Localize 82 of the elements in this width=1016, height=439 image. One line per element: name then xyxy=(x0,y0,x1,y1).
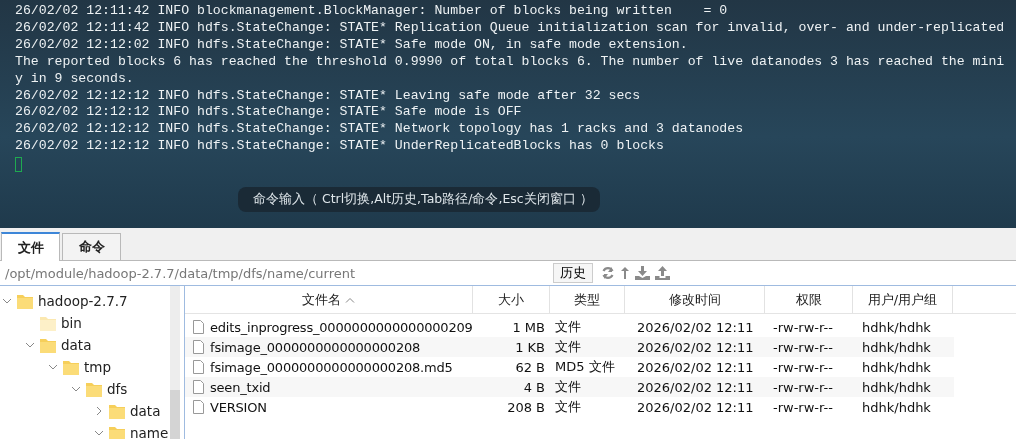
file-icon xyxy=(193,360,204,374)
sort-ascending-icon xyxy=(345,296,355,303)
folder-label[interactable]: name xyxy=(130,425,169,439)
folder-icon xyxy=(39,314,57,332)
path-field[interactable]: /opt/module/hadoop-2.7.7/data/tmp/dfs/name/current xyxy=(5,265,553,281)
folder-label[interactable]: dfs xyxy=(107,381,128,397)
up-arrow-icon[interactable] xyxy=(620,266,630,280)
file-size: 1 KB xyxy=(514,339,546,355)
chevron-down-icon[interactable] xyxy=(25,340,35,350)
file-icon xyxy=(193,380,204,394)
terminal-line: The reported blocks 6 has reached the threshold 0.9990 of total blocks 6. The number of live datanodes 3 has reached the mini xyxy=(15,53,1005,71)
file-type: 文件 xyxy=(554,398,582,416)
terminal-line: 26/02/02 12:12:12 INFO hdfs.StateChange: STATE* UnderReplicatedBlocks has 0 blocks xyxy=(15,138,664,156)
folder-icon xyxy=(108,424,126,439)
file-type: MD5 文件 xyxy=(554,358,616,376)
modified-time: 2026/02/02 12:11 xyxy=(636,379,755,395)
file-name[interactable]: edits_inprogress_0000000000000000209 xyxy=(210,319,473,335)
file-name[interactable]: VERSION xyxy=(210,399,267,415)
modified-time: 2026/02/02 12:11 xyxy=(636,339,755,355)
folder-icon xyxy=(62,358,80,376)
terminal-line: 26/02/02 12:11:42 INFO blockmanagement.BlockManager: Number of blocks being written = 0 xyxy=(15,3,728,20)
download-icon[interactable] xyxy=(635,266,650,280)
file-size: 1 MB xyxy=(511,319,546,335)
history-button[interactable]: 历史 xyxy=(553,263,593,283)
terminal-line: 26/02/02 12:12:02 INFO hdfs.StateChange: STATE* Safe mode ON, in safe mode extension. xyxy=(15,36,688,54)
file-icon xyxy=(193,320,204,334)
file-size: 208 B xyxy=(506,399,546,415)
owner-group: hdhk/hdhk xyxy=(853,319,953,335)
folder-label[interactable]: hadoop-2.7.7 xyxy=(38,293,128,309)
terminal-line: 26/02/02 12:12:12 INFO hdfs.StateChange: STATE* Safe mode is OFF xyxy=(15,104,522,122)
chevron-down-icon[interactable] xyxy=(2,296,12,306)
modified-time: 2026/02/02 12:11 xyxy=(636,399,755,415)
permissions: -rw-rw-r-- xyxy=(772,379,834,395)
owner-group: hdhk/hdhk xyxy=(853,339,953,355)
tab[interactable]: 文件 xyxy=(1,232,60,261)
chevron-right-icon[interactable] xyxy=(94,406,104,416)
folder-label[interactable]: data xyxy=(130,403,161,419)
terminal-line: y in 9 seconds. xyxy=(15,70,134,88)
tab[interactable]: 命令 xyxy=(62,233,121,260)
file-name[interactable]: seen_txid xyxy=(210,379,271,395)
column-header[interactable]: 大小 xyxy=(498,290,524,309)
permissions: -rw-rw-r-- xyxy=(772,339,834,355)
file-size: 4 B xyxy=(522,379,546,395)
folder-label[interactable]: bin xyxy=(61,315,82,331)
terminal-line: 26/02/02 12:12:12 INFO hdfs.StateChange: STATE* Network topology has 1 racks and 3 datanodes xyxy=(15,121,744,139)
terminal-line: 26/02/02 12:12:12 INFO hdfs.StateChange: STATE* Leaving safe mode after 32 secs xyxy=(15,87,641,105)
file-type: 文件 xyxy=(554,318,582,336)
scrollbar[interactable] xyxy=(170,286,180,439)
folder-label[interactable]: data xyxy=(61,337,92,353)
column-header[interactable]: 用户/用户组 xyxy=(867,290,938,309)
owner-group: hdhk/hdhk xyxy=(853,359,953,375)
permissions: -rw-rw-r-- xyxy=(772,399,834,415)
upload-icon[interactable] xyxy=(655,266,670,280)
file-size: 62 B xyxy=(514,359,546,375)
owner-group: hdhk/hdhk xyxy=(853,399,953,415)
folder-icon xyxy=(85,380,103,398)
modified-time: 2026/02/02 12:11 xyxy=(636,319,755,335)
column-header[interactable]: 修改时间 xyxy=(668,290,721,309)
folder-icon xyxy=(39,336,57,354)
chevron-down-icon[interactable] xyxy=(71,384,81,394)
refresh-icon[interactable] xyxy=(601,266,615,280)
folder-label[interactable]: tmp xyxy=(84,359,111,375)
terminal-line: 26/02/02 12:11:42 INFO hdfs.StateChange: STATE* Replication Queue initialization scan for invalid, over- and under-replicated xyxy=(15,19,1005,37)
column-header[interactable]: 文件名 xyxy=(302,290,341,309)
column-header[interactable]: 类型 xyxy=(574,290,600,309)
file-type: 文件 xyxy=(554,338,582,356)
folder-icon xyxy=(16,292,34,310)
file-icon xyxy=(193,400,204,414)
chevron-down-icon[interactable] xyxy=(94,428,104,438)
file-name[interactable]: fsimage_0000000000000000208 xyxy=(210,339,421,355)
column-header[interactable]: 权限 xyxy=(795,290,822,309)
command-input-hint[interactable]: 命令输入（ Ctrl切换,Alt历史,Tab路径/命令,Esc关闭窗口 ） xyxy=(238,187,600,212)
permissions: -rw-rw-r-- xyxy=(772,319,834,335)
folder-icon xyxy=(108,402,126,420)
modified-time: 2026/02/02 12:11 xyxy=(636,359,755,375)
file-name[interactable]: fsimage_0000000000000000208.md5 xyxy=(210,359,453,375)
file-type: 文件 xyxy=(554,378,582,396)
chevron-down-icon[interactable] xyxy=(48,362,58,372)
owner-group: hdhk/hdhk xyxy=(853,379,953,395)
file-icon xyxy=(193,340,204,354)
permissions: -rw-rw-r-- xyxy=(772,359,834,375)
terminal-cursor xyxy=(15,157,22,173)
